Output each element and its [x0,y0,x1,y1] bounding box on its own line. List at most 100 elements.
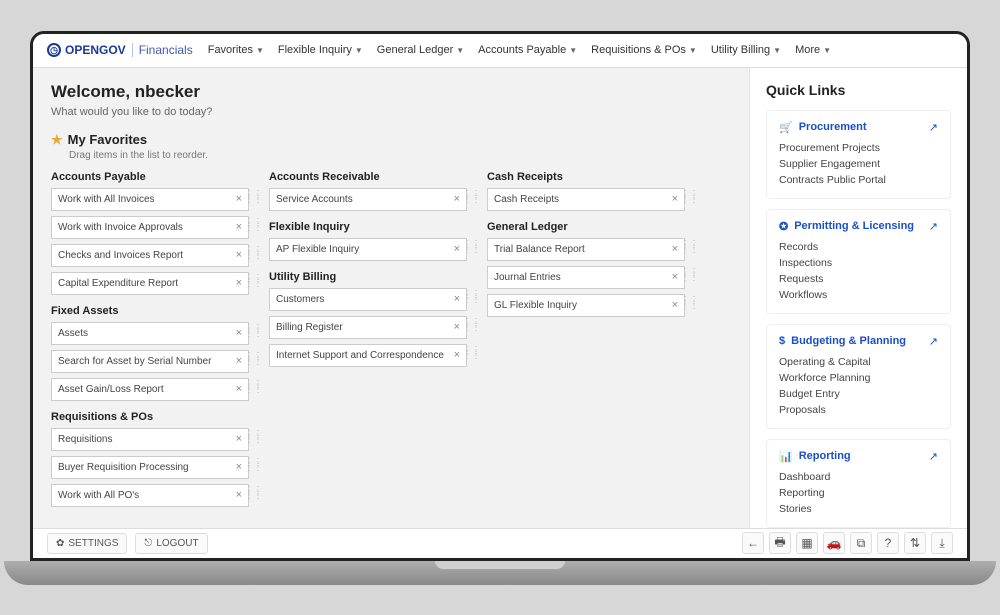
favorite-item[interactable]: Service Accounts×⋮⋮⋮⋮ [269,188,467,211]
external-link-icon[interactable]: ↗ [929,121,938,134]
card-link[interactable]: Inspections [779,255,938,271]
drag-handle-icon[interactable]: ⋮⋮⋮⋮ [462,192,480,202]
remove-icon[interactable]: × [236,355,242,367]
remove-icon[interactable]: × [454,321,460,333]
card-link[interactable]: Stories [779,501,938,517]
remove-icon[interactable]: × [236,489,242,501]
drag-handle-icon[interactable]: ⋮⋮⋮⋮ [244,354,262,364]
drag-handle-icon[interactable]: ⋮⋮⋮⋮ [680,270,698,280]
favorite-item[interactable]: Trial Balance Report×⋮⋮⋮⋮ [487,238,685,261]
favorite-item[interactable]: Search for Asset by Serial Number×⋮⋮⋮⋮ [51,350,249,373]
nav-item[interactable]: Accounts Payable▼ [478,44,577,56]
drag-handle-icon[interactable]: ⋮⋮⋮⋮ [244,248,262,258]
card-link[interactable]: Supplier Engagement [779,156,938,172]
remove-icon[interactable]: × [672,299,678,311]
remove-icon[interactable]: × [454,193,460,205]
drag-handle-icon[interactable]: ⋮⋮⋮⋮ [680,192,698,202]
drag-handle-icon[interactable]: ⋮⋮⋮⋮ [244,192,262,202]
favorite-item[interactable]: Work with All PO's×⋮⋮⋮⋮ [51,484,249,507]
drag-handle-icon[interactable]: ⋮⋮⋮⋮ [462,348,480,358]
favorites-group: Requisitions & POsRequisitions×⋮⋮⋮⋮Buyer… [51,411,249,507]
footer-tool-icon[interactable]: ← [742,532,764,554]
card-link[interactable]: Reporting [779,485,938,501]
card-title[interactable]: ✪Permitting & Licensing [779,220,914,233]
card-link[interactable]: Contracts Public Portal [779,172,938,188]
favorite-item[interactable]: Internet Support and Correspondence×⋮⋮⋮⋮ [269,344,467,367]
card-link[interactable]: Budget Entry [779,386,938,402]
drag-handle-icon[interactable]: ⋮⋮⋮⋮ [244,382,262,392]
drag-handle-icon[interactable]: ⋮⋮⋮⋮ [244,488,262,498]
card-link[interactable]: Requests [779,271,938,287]
drag-handle-icon[interactable]: ⋮⋮⋮⋮ [244,432,262,442]
favorite-item[interactable]: Journal Entries×⋮⋮⋮⋮ [487,266,685,289]
favorite-item[interactable]: Work with Invoice Approvals×⋮⋮⋮⋮ [51,216,249,239]
external-link-icon[interactable]: ↗ [929,450,938,463]
app-screen: ◷ OPENGOV Financials Favorites▼Flexible … [30,31,970,561]
remove-icon[interactable]: × [236,249,242,261]
remove-icon[interactable]: × [454,293,460,305]
remove-icon[interactable]: × [236,327,242,339]
card-header: $Budgeting & Planning ↗ [779,335,938,348]
drag-handle-icon[interactable]: ⋮⋮⋮⋮ [244,276,262,286]
card-title[interactable]: $Budgeting & Planning [779,335,906,347]
logout-button[interactable]: ⎋ LOGOUT [135,533,207,554]
drag-handle-icon[interactable]: ⋮⋮⋮⋮ [462,242,480,252]
remove-icon[interactable]: × [236,193,242,205]
favorite-item[interactable]: Requisitions×⋮⋮⋮⋮ [51,428,249,451]
card-link[interactable]: Workforce Planning [779,370,938,386]
footer-tool-icon[interactable]: ▦ [796,532,818,554]
favorite-item[interactable]: Work with All Invoices×⋮⋮⋮⋮ [51,188,249,211]
remove-icon[interactable]: × [672,193,678,205]
remove-icon[interactable]: × [236,461,242,473]
footer-tool-icon[interactable]: ⤓ [931,532,953,554]
card-link[interactable]: Dashboard [779,469,938,485]
drag-handle-icon[interactable]: ⋮⋮⋮⋮ [680,242,698,252]
favorite-item[interactable]: GL Flexible Inquiry×⋮⋮⋮⋮ [487,294,685,317]
favorite-item[interactable]: Billing Register×⋮⋮⋮⋮ [269,316,467,339]
footer-tool-icon[interactable]: 🖶 [769,532,791,554]
drag-handle-icon[interactable]: ⋮⋮⋮⋮ [462,292,480,302]
nav-item[interactable]: General Ledger▼ [377,44,464,56]
card-link[interactable]: Procurement Projects [779,140,938,156]
card-link[interactable]: Workflows [779,287,938,303]
drag-handle-icon[interactable]: ⋮⋮⋮⋮ [462,320,480,330]
card-link[interactable]: Operating & Capital [779,354,938,370]
favorite-item[interactable]: AP Flexible Inquiry×⋮⋮⋮⋮ [269,238,467,261]
external-link-icon[interactable]: ↗ [929,220,938,233]
remove-icon[interactable]: × [454,243,460,255]
remove-icon[interactable]: × [236,221,242,233]
drag-handle-icon[interactable]: ⋮⋮⋮⋮ [244,220,262,230]
logout-label: LOGOUT [156,538,198,549]
footer-tool-icon[interactable]: ? [877,532,899,554]
nav-item[interactable]: Requisitions & POs▼ [591,44,697,56]
settings-button[interactable]: ✿ SETTINGS [47,533,127,554]
favorite-item[interactable]: Buyer Requisition Processing×⋮⋮⋮⋮ [51,456,249,479]
remove-icon[interactable]: × [236,277,242,289]
favorite-item[interactable]: Checks and Invoices Report×⋮⋮⋮⋮ [51,244,249,267]
nav-item[interactable]: Favorites▼ [208,44,264,56]
favorite-item[interactable]: Capital Expenditure Report×⋮⋮⋮⋮ [51,272,249,295]
remove-icon[interactable]: × [672,243,678,255]
card-link[interactable]: Proposals [779,402,938,418]
nav-item[interactable]: Utility Billing▼ [711,44,781,56]
remove-icon[interactable]: × [236,383,242,395]
favorite-item[interactable]: Asset Gain/Loss Report×⋮⋮⋮⋮ [51,378,249,401]
drag-handle-icon[interactable]: ⋮⋮⋮⋮ [244,326,262,336]
card-title[interactable]: 🛒Procurement [779,121,867,134]
drag-handle-icon[interactable]: ⋮⋮⋮⋮ [680,298,698,308]
nav-item[interactable]: Flexible Inquiry▼ [278,44,363,56]
nav-item[interactable]: More▼ [795,44,831,56]
drag-handle-icon[interactable]: ⋮⋮⋮⋮ [244,460,262,470]
footer-tool-icon[interactable]: ⇅ [904,532,926,554]
footer-tool-icon[interactable]: 🚗 [823,532,845,554]
favorite-item[interactable]: Assets×⋮⋮⋮⋮ [51,322,249,345]
card-link[interactable]: Records [779,239,938,255]
remove-icon[interactable]: × [672,271,678,283]
favorite-item[interactable]: Customers×⋮⋮⋮⋮ [269,288,467,311]
remove-icon[interactable]: × [236,433,242,445]
external-link-icon[interactable]: ↗ [929,335,938,348]
footer-tool-icon[interactable]: ⧉ [850,532,872,554]
favorite-item[interactable]: Cash Receipts×⋮⋮⋮⋮ [487,188,685,211]
remove-icon[interactable]: × [454,349,460,361]
card-title[interactable]: 📊Reporting [779,450,851,463]
